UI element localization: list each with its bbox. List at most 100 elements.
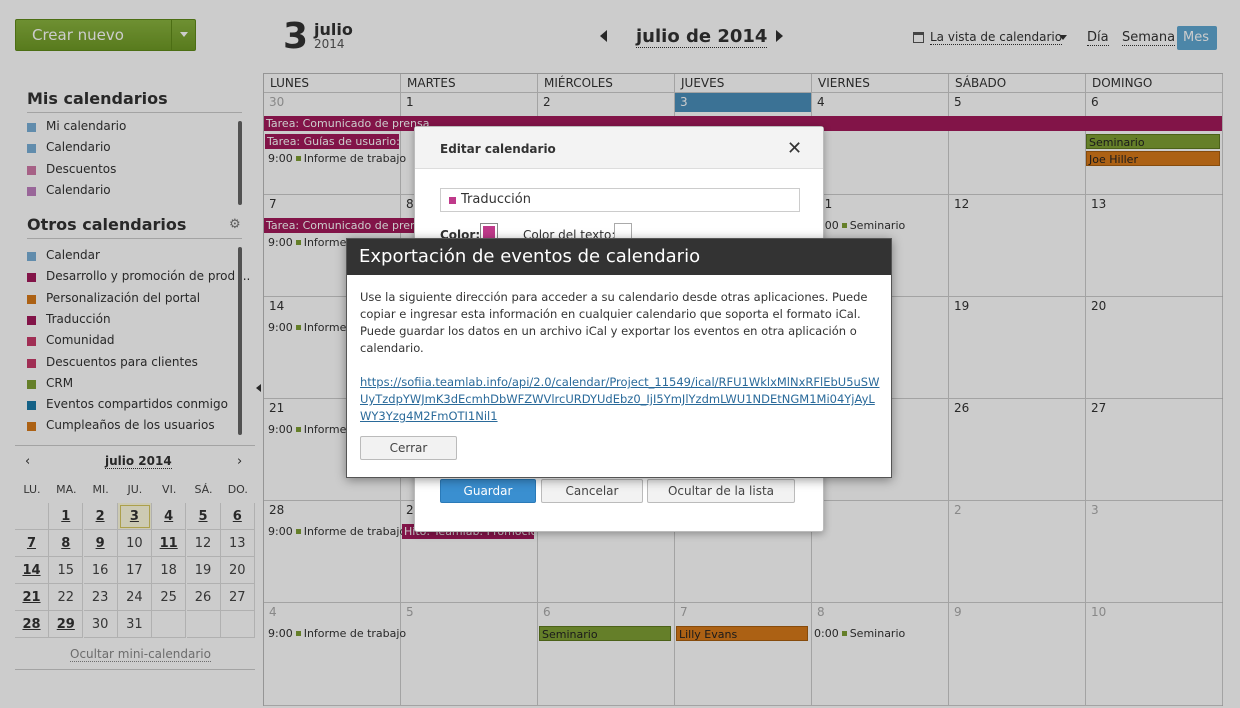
- event-item[interactable]: 9:00 Informe de trabajo: [268, 525, 406, 538]
- day-number[interactable]: 1: [406, 95, 414, 109]
- mini-calendar-day[interactable]: 9: [83, 530, 118, 557]
- mini-calendar-day[interactable]: 3: [117, 503, 152, 530]
- mini-calendar-day[interactable]: 4: [152, 503, 187, 530]
- mini-calendar-title[interactable]: julio 2014: [105, 454, 172, 469]
- day-number[interactable]: 2: [954, 503, 962, 517]
- mini-calendar-day[interactable]: 1: [49, 503, 84, 530]
- period-title[interactable]: julio de 2014: [636, 26, 768, 48]
- day-cell[interactable]: 12: [949, 195, 1086, 296]
- event-item[interactable]: 0:00 Seminario: [814, 627, 905, 640]
- event-bar[interactable]: Seminario: [539, 626, 671, 641]
- mini-calendar-day[interactable]: 20: [220, 557, 255, 584]
- day-number[interactable]: 30: [269, 95, 284, 109]
- day-number[interactable]: 6: [543, 605, 551, 619]
- day-number[interactable]: 2: [543, 95, 551, 109]
- ical-url-link[interactable]: https://sofiia.teamlab.info/api/2.0/cale…: [360, 374, 880, 425]
- day-cell[interactable]: 4: [812, 93, 949, 194]
- day-cell[interactable]: 8: [812, 603, 949, 705]
- day-number[interactable]: 10: [1091, 605, 1106, 619]
- mini-calendar-day[interactable]: 11: [152, 530, 187, 557]
- mini-calendar-day[interactable]: 2: [83, 503, 118, 530]
- prev-period-icon[interactable]: [600, 30, 607, 42]
- event-item[interactable]: 9:00 Informe de trabajo: [268, 627, 406, 640]
- day-cell[interactable]: 6: [538, 603, 675, 705]
- mini-calendar-day[interactable]: 27: [220, 584, 255, 611]
- day-number[interactable]: 3: [1091, 503, 1099, 517]
- day-cell[interactable]: 1: [812, 501, 949, 602]
- event-bar[interactable]: Seminario: [1086, 134, 1220, 149]
- mini-prev-month-icon[interactable]: ‹: [25, 454, 30, 469]
- day-cell[interactable]: 7: [675, 603, 812, 705]
- event-item[interactable]: 0:00 Seminario: [814, 219, 905, 232]
- view-day-button[interactable]: Día: [1081, 26, 1115, 50]
- event-bar[interactable]: Tarea: Guías de usuario:C...: [265, 134, 399, 149]
- calendar-color-swatch[interactable]: [27, 379, 36, 389]
- mini-calendar-day[interactable]: 8: [49, 530, 84, 557]
- calendar-color-swatch[interactable]: [27, 358, 36, 368]
- mini-calendar-day[interactable]: 26: [186, 584, 221, 611]
- calendar-color-swatch[interactable]: [27, 401, 36, 411]
- calendar-color-swatch[interactable]: [27, 144, 36, 154]
- mini-calendar-day[interactable]: 23: [83, 584, 118, 611]
- day-number[interactable]: 5: [954, 95, 962, 109]
- hide-from-list-button[interactable]: Ocultar de la lista: [647, 479, 795, 503]
- create-new-button[interactable]: Crear nuevo: [15, 19, 196, 51]
- day-number[interactable]: 4: [269, 605, 277, 619]
- calendar-color-swatch[interactable]: [27, 252, 36, 261]
- other-calendars-scrollbar[interactable]: [238, 247, 242, 435]
- day-number[interactable]: 7: [680, 605, 688, 619]
- event-bar[interactable]: Lilly Evans: [676, 626, 808, 641]
- gear-icon[interactable]: ⚙: [229, 218, 241, 231]
- day-cell[interactable]: 3: [1086, 501, 1223, 602]
- mini-calendar-day[interactable]: 30: [83, 611, 118, 638]
- cancel-button[interactable]: Cancelar: [541, 479, 643, 503]
- day-cell[interactable]: 10: [1086, 603, 1223, 705]
- view-week-button[interactable]: Semana: [1116, 26, 1181, 50]
- mini-calendar-day[interactable]: 5: [186, 503, 221, 530]
- mini-calendar-day[interactable]: 28: [15, 611, 49, 638]
- day-cell[interactable]: 2: [949, 501, 1086, 602]
- day-cell[interactable]: 28: [264, 501, 401, 602]
- mini-next-month-icon[interactable]: ›: [237, 454, 242, 469]
- my-calendars-scrollbar[interactable]: [238, 121, 242, 205]
- day-number[interactable]: 8: [817, 605, 825, 619]
- mini-calendar-day[interactable]: 15: [49, 557, 84, 584]
- event-bar[interactable]: Joe Hiller: [1086, 151, 1220, 166]
- view-month-button[interactable]: Mes: [1177, 26, 1217, 50]
- day-number[interactable]: 28: [269, 503, 284, 517]
- calendar-color-swatch[interactable]: [27, 337, 36, 347]
- mini-calendar-day[interactable]: 12: [186, 530, 221, 557]
- save-button[interactable]: Guardar: [440, 479, 536, 503]
- mini-calendar-day[interactable]: 16: [83, 557, 118, 584]
- day-number[interactable]: 6: [1091, 95, 1099, 109]
- day-cell[interactable]: 9: [949, 603, 1086, 705]
- day-number[interactable]: 12: [954, 197, 969, 211]
- mini-calendar-day[interactable]: 22: [49, 584, 84, 611]
- day-number[interactable]: 26: [954, 401, 969, 415]
- day-number[interactable]: 13: [1091, 197, 1106, 211]
- hide-mini-calendar-link[interactable]: Ocultar mini-calendario: [70, 647, 211, 662]
- day-number[interactable]: 9: [954, 605, 962, 619]
- create-new-dropdown-toggle[interactable]: [171, 20, 195, 50]
- mini-calendar-day[interactable]: 31: [117, 611, 152, 638]
- close-icon[interactable]: ✕: [787, 138, 802, 159]
- mini-calendar-day[interactable]: 18: [152, 557, 187, 584]
- mini-calendar-day[interactable]: 25: [152, 584, 187, 611]
- mini-calendar-day[interactable]: 10: [117, 530, 152, 557]
- calendar-color-swatch[interactable]: [27, 165, 36, 175]
- day-number[interactable]: 20: [1091, 299, 1106, 313]
- day-cell[interactable]: 4: [264, 603, 401, 705]
- calendar-color-swatch[interactable]: [27, 123, 36, 132]
- day-number[interactable]: 14: [269, 299, 284, 313]
- day-number[interactable]: 19: [954, 299, 969, 313]
- day-cell[interactable]: 5: [401, 603, 538, 705]
- day-number[interactable]: 5: [406, 605, 414, 619]
- calendar-color-swatch[interactable]: [27, 273, 36, 283]
- day-cell[interactable]: 5: [949, 93, 1086, 194]
- day-number[interactable]: 8: [406, 197, 414, 211]
- mini-calendar-day[interactable]: 29: [49, 611, 84, 638]
- day-number[interactable]: 21: [269, 401, 284, 415]
- day-cell[interactable]: 13: [1086, 195, 1223, 296]
- calendar-name-input[interactable]: Traducción: [440, 188, 800, 212]
- day-cell[interactable]: 27: [1086, 399, 1223, 500]
